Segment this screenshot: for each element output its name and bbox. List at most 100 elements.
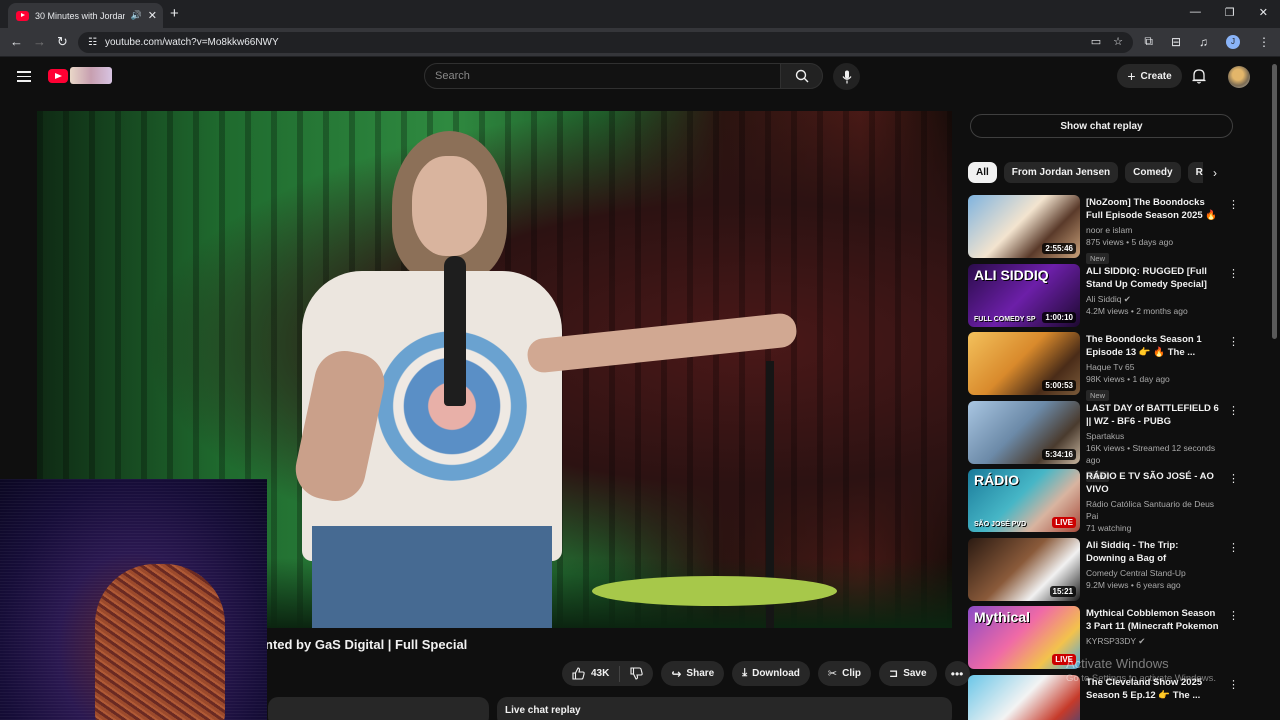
recommendation-item[interactable]: 2:55:46 [NoZoom] The Boondocks Full Epis…: [968, 195, 1240, 264]
restore-icon[interactable]: ❐: [1225, 6, 1235, 19]
like-button[interactable]: 43K: [562, 665, 621, 682]
plus-icon: +: [1127, 68, 1136, 84]
watermark-subtitle: Go to Settings to activate Windows.: [1066, 673, 1216, 684]
kebab-menu-icon[interactable]: ⋮: [1228, 335, 1239, 348]
back-icon[interactable]: ←: [10, 34, 23, 49]
channel-name[interactable]: Rádio Católica Santuario de Deus Pai: [1086, 498, 1220, 522]
chip-comedy[interactable]: Comedy: [1125, 162, 1181, 183]
bookmark-star-icon[interactable]: ☆: [1113, 35, 1123, 48]
youtube-masthead: + Create: [0, 57, 1270, 97]
hamburger-menu-icon[interactable]: [17, 71, 31, 82]
share-icon: ↪: [671, 666, 682, 681]
new-badge: New: [1086, 390, 1110, 401]
video-actions: 43K ↪ Share ⤓ Download ✂ Clip ⊐ Save •••: [562, 661, 970, 686]
clip-label: Clip: [842, 668, 861, 679]
download-label: Download: [752, 668, 800, 679]
video-thumbnail[interactable]: 5:34:16: [968, 400, 1080, 464]
channel-name[interactable]: noor e islam: [1086, 224, 1220, 236]
voice-search-button[interactable]: [833, 63, 860, 90]
webcam-figure: [95, 564, 225, 720]
recommendation-title[interactable]: The Boondocks Season 1 Episode 13 👉 🔥 Th…: [1086, 333, 1220, 359]
kebab-menu-icon[interactable]: ⋮: [1228, 404, 1239, 417]
video-thumbnail[interactable]: RÁDIO SÃO JOSÉ PVD LIVE: [968, 469, 1080, 532]
channel-name[interactable]: Haque Tv 65: [1086, 361, 1220, 373]
speaker-icon[interactable]: 🔊: [131, 10, 142, 21]
profile-avatar[interactable]: J: [1226, 34, 1240, 49]
recommendation-title[interactable]: Ali Siddiq - The Trip: Downing a Bag of …: [1086, 539, 1220, 565]
live-badge: LIVE: [1052, 517, 1076, 528]
kebab-menu-icon[interactable]: ⋮: [1228, 472, 1239, 485]
kebab-menu-icon[interactable]: ⋮: [1228, 678, 1239, 691]
video-thumbnail[interactable]: Mythical LIVE: [968, 606, 1080, 669]
recommendation-title[interactable]: RÁDIO E TV SÃO JOSÉ - AO VIVO: [1086, 470, 1220, 496]
save-button[interactable]: ⊐ Save: [878, 661, 937, 686]
kebab-menu-icon[interactable]: ⋮: [1228, 609, 1239, 622]
channel-name[interactable]: KYRSP33DY ✔: [1086, 635, 1220, 647]
search-button[interactable]: [780, 63, 823, 89]
video-thumbnail[interactable]: 2:55:46: [968, 195, 1080, 258]
minimize-icon[interactable]: —: [1190, 6, 1201, 19]
chevron-right-icon[interactable]: ›: [1213, 166, 1217, 180]
reload-icon[interactable]: ↻: [57, 34, 68, 50]
chip-related[interactable]: Related: [1187, 162, 1203, 183]
recommendation-item[interactable]: 15:21 Ali Siddiq - The Trip: Downing a B…: [968, 537, 1240, 607]
recommendation-title[interactable]: Mythical Cobblemon Season 3 Part 11 (Min…: [1086, 607, 1220, 633]
extensions-icon[interactable]: ⧉: [1144, 34, 1153, 49]
scrollbar-thumb[interactable]: [1272, 64, 1277, 339]
address-bar[interactable]: ☷ youtube.com/watch?v=Mo8kkw66NWY ▭ ☆: [78, 32, 1133, 53]
tab-title: 30 Minutes with Jordan Jensen: [35, 10, 125, 21]
create-label: Create: [1140, 70, 1172, 82]
kebab-menu-icon[interactable]: ⋮: [1228, 541, 1239, 554]
forward-icon[interactable]: →: [33, 34, 46, 49]
youtube-doodle-icon[interactable]: [70, 67, 112, 84]
channel-name[interactable]: Comedy Central Stand-Up: [1086, 567, 1220, 579]
browser-tab[interactable]: 30 Minutes with Jordan Jensen 🔊 ✕: [8, 3, 163, 28]
create-button[interactable]: + Create: [1117, 64, 1182, 88]
activate-windows-watermark: Activate Windows Go to Settings to activ…: [1066, 656, 1216, 684]
video-thumbnail[interactable]: ALI SIDDIQ FULL COMEDY SP 1:00:10: [968, 263, 1080, 327]
close-window-icon[interactable]: ✕: [1259, 6, 1268, 19]
view-meta: 98K views • 1 day ago: [1086, 374, 1170, 384]
video-thumbnail[interactable]: 15:21: [968, 537, 1080, 601]
clip-button[interactable]: ✂ Clip: [817, 661, 871, 686]
show-chat-replay-button[interactable]: Show chat replay: [970, 114, 1233, 138]
kebab-menu-icon[interactable]: ⋮: [1228, 267, 1239, 280]
download-button[interactable]: ⤓ Download: [732, 661, 810, 686]
video-thumbnail[interactable]: 5:00:53: [968, 332, 1080, 395]
youtube-logo-icon[interactable]: [48, 69, 68, 83]
cast-icon[interactable]: ▭: [1091, 35, 1101, 48]
recommendation-item[interactable]: 5:34:16 LAST DAY of BATTLEFIELD 6 || WZ …: [968, 400, 1240, 482]
bookmark-icon: ⊐: [888, 668, 899, 680]
video-thumbnail[interactable]: [968, 674, 1080, 720]
channel-name[interactable]: Spartakus: [1086, 430, 1220, 442]
thumbnail-caption: Mythical: [974, 609, 1031, 625]
search-input[interactable]: [435, 70, 780, 82]
recommendation-item[interactable]: RÁDIO SÃO JOSÉ PVD LIVE RÁDIO E TV SÃO J…: [968, 469, 1240, 538]
dislike-button[interactable]: [620, 667, 653, 680]
tab-search-icon[interactable]: ⊟: [1171, 35, 1181, 49]
recommendation-title[interactable]: LAST DAY of BATTLEFIELD 6 || WZ - BF6 - …: [1086, 402, 1220, 428]
recommendation-item[interactable]: ALI SIDDIQ FULL COMEDY SP 1:00:10 ALI SI…: [968, 263, 1240, 333]
notifications-bell-icon[interactable]: [1192, 68, 1206, 84]
recommendation-title[interactable]: [NoZoom] The Boondocks Full Episode Seas…: [1086, 196, 1220, 222]
more-actions-icon[interactable]: •••: [944, 661, 970, 686]
site-info-icon[interactable]: ☷: [88, 37, 97, 48]
account-avatar[interactable]: [1228, 66, 1250, 88]
chip-from-jordan-jensen[interactable]: From Jordan Jensen: [1003, 162, 1119, 183]
live-chat-replay-header[interactable]: Live chat replay: [497, 697, 952, 720]
recommendation-item[interactable]: 5:00:53 The Boondocks Season 1 Episode 1…: [968, 332, 1240, 401]
kebab-menu-icon[interactable]: ⋮: [1228, 198, 1239, 211]
channel-name[interactable]: Ali Siddiq ✔: [1086, 293, 1220, 305]
description-panel[interactable]: [268, 697, 489, 720]
media-control-icon[interactable]: ♫: [1199, 35, 1208, 49]
browser-menu-icon[interactable]: ⋮: [1258, 35, 1270, 49]
filter-chips: All From Jordan Jensen Comedy Related: [968, 162, 1203, 184]
thumbnail-caption: RÁDIO: [974, 472, 1020, 488]
recommendation-title[interactable]: ALI SIDDIQ: RUGGED [Full Stand Up Comedy…: [1086, 265, 1220, 291]
share-button[interactable]: ↪ Share: [661, 661, 725, 686]
close-tab-icon[interactable]: ✕: [148, 9, 157, 22]
chip-all[interactable]: All: [968, 162, 997, 183]
new-tab-icon[interactable]: +: [170, 5, 179, 22]
thumbnail-subcaption: SÃO JOSÉ PVD: [974, 521, 1027, 528]
save-label: Save: [903, 668, 927, 679]
